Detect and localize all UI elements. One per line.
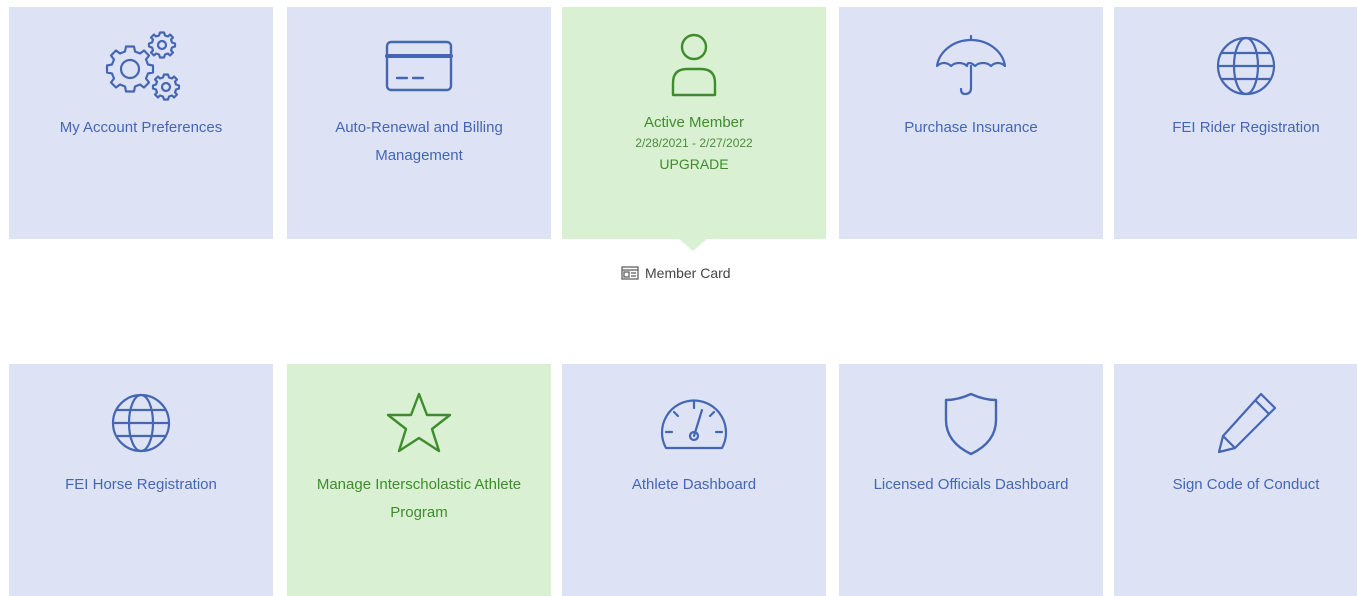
tile-label: Manage Interscholastic Athlete Program (316, 476, 522, 521)
tile-fei-horse-registration[interactable]: FEI Horse Registration (9, 364, 273, 596)
member-card-link[interactable]: Member Card (621, 261, 731, 285)
shield-icon (839, 388, 1103, 458)
credit-card-icon (287, 31, 551, 101)
star-icon (287, 388, 551, 458)
tile-label: Purchase Insurance (904, 119, 1038, 136)
gears-icon (9, 31, 273, 101)
globe-icon (9, 388, 273, 458)
tile-label: My Account Preferences (59, 119, 223, 136)
id-card-icon (621, 266, 639, 280)
tile-label: Auto-Renewal and Billing Management (335, 119, 503, 164)
tile-purchase-insurance[interactable]: Purchase Insurance (839, 7, 1103, 239)
tile-athlete-dashboard[interactable]: Athlete Dashboard (562, 364, 826, 596)
tile-interscholastic-athlete-program[interactable]: Manage Interscholastic Athlete Program (287, 364, 551, 596)
pencil-icon (1114, 388, 1357, 458)
membership-status: Active Member 2/28/2021 - 2/27/2022 UPGR… (578, 112, 810, 176)
speedometer-icon (562, 388, 826, 458)
tile-sign-code-of-conduct[interactable]: Sign Code of Conduct (1114, 364, 1357, 596)
tile-fei-rider-registration[interactable]: FEI Rider Registration (1114, 7, 1357, 239)
tile-label: FEI Rider Registration (1172, 119, 1320, 136)
tile-pointer (679, 239, 707, 251)
tile-label: FEI Horse Registration (65, 476, 217, 493)
member-card-label: Member Card (645, 265, 731, 281)
tile-my-account-preferences[interactable]: My Account Preferences (9, 7, 273, 239)
user-icon (562, 31, 826, 101)
tile-active-member[interactable]: Active Member 2/28/2021 - 2/27/2022 UPGR… (562, 7, 826, 239)
tile-auto-renewal-billing[interactable]: Auto-Renewal and Billing Management (287, 7, 551, 239)
membership-status-label: Active Member (643, 114, 745, 131)
tile-licensed-officials-dashboard[interactable]: Licensed Officials Dashboard (839, 364, 1103, 596)
tile-label: Sign Code of Conduct (1172, 476, 1320, 493)
membership-dates: 2/28/2021 - 2/27/2022 (635, 136, 753, 150)
globe-icon (1114, 31, 1357, 101)
umbrella-icon (839, 31, 1103, 101)
tile-label: Athlete Dashboard (631, 476, 757, 493)
tile-label: Licensed Officials Dashboard (873, 476, 1069, 493)
upgrade-link[interactable]: UPGRADE (578, 152, 810, 176)
